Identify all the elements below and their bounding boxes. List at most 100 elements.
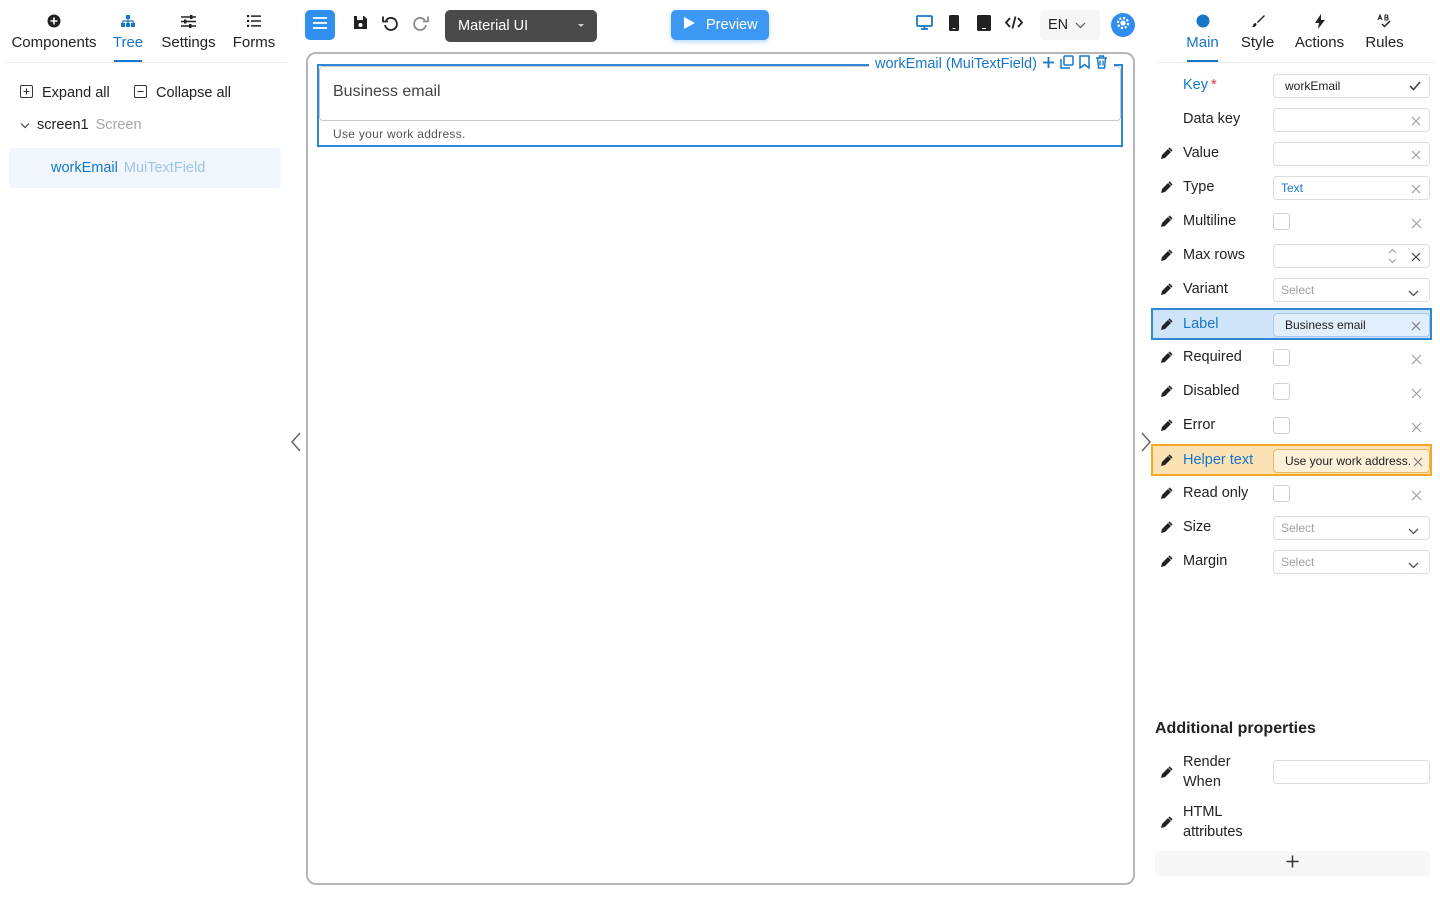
tree-item-screen1[interactable]: screen1 Screen [20,117,142,133]
copy-icon[interactable] [1060,55,1074,73]
tab-settings[interactable]: Settings [161,10,216,62]
prop-label: HTML attributes [1183,802,1243,842]
clear-icon[interactable] [1411,149,1421,163]
tab-label: Style [1240,34,1275,51]
form-canvas[interactable] [306,52,1135,885]
tab-rules[interactable]: Rules [1365,10,1404,62]
pencil-icon[interactable] [1160,215,1173,233]
pencil-icon[interactable] [1160,419,1173,437]
chevron-down-icon[interactable] [20,117,30,133]
add-icon[interactable] [1042,56,1055,73]
key-input[interactable]: workEmail [1273,74,1430,98]
pencil-icon[interactable] [1160,454,1173,472]
clear-icon[interactable] [1411,216,1422,234]
tab-forms[interactable]: Forms [233,10,275,62]
textfield-helper-text: Use your work address. [333,127,466,141]
redo-button[interactable] [405,10,435,40]
tab-tree[interactable]: Tree [113,10,143,62]
clear-icon[interactable] [1411,183,1421,197]
language-select[interactable]: EN [1040,10,1100,40]
pencil-icon[interactable] [1160,816,1173,834]
prop-label: Required [1183,349,1242,365]
clear-icon[interactable] [1413,456,1423,470]
trash-icon[interactable] [1095,55,1108,73]
undo-button[interactable] [375,10,405,40]
expand-all-button[interactable]: Expand all [20,83,110,103]
size-select[interactable]: Select [1273,516,1430,540]
tablet-view-button[interactable] [969,10,999,40]
prop-label: Variant [1183,281,1228,297]
type-input[interactable]: Text [1273,176,1430,200]
code-view-button[interactable] [999,10,1029,40]
prop-label: Key * [1183,77,1217,93]
bookmark-icon[interactable] [1079,55,1090,73]
max-rows-input[interactable] [1273,244,1430,268]
clear-icon[interactable] [1411,115,1421,129]
preview-button[interactable]: Preview [671,10,769,40]
additional-properties-title: Additional properties [1155,720,1316,737]
language-value: EN [1048,17,1069,33]
pencil-icon[interactable] [1160,351,1173,369]
prop-label-line: Render [1183,754,1231,770]
tablet-icon [977,14,991,36]
pencil-icon[interactable] [1160,147,1173,165]
desktop-view-button[interactable] [909,10,939,40]
prop-row-read-only: Read only [1155,477,1435,511]
collapse-left-panel-button[interactable] [289,431,303,453]
pencil-icon[interactable] [1160,318,1173,336]
render-when-input[interactable] [1273,760,1430,784]
select-placeholder: Select [1281,521,1315,535]
value-input[interactable] [1273,142,1430,166]
prop-label: Data key [1183,111,1241,127]
collapse-all-button[interactable]: Collapse all [134,83,231,103]
pencil-icon[interactable] [1160,249,1173,267]
select-placeholder: Select [1281,283,1315,297]
prop-label: Helper text [1183,452,1254,468]
tab-main[interactable]: Main [1186,10,1219,62]
theme-settings-button[interactable] [1111,13,1135,37]
clear-icon[interactable] [1411,320,1421,334]
pencil-icon[interactable] [1160,766,1173,784]
clear-icon[interactable] [1411,420,1422,438]
expand-all-label: Expand all [42,85,110,101]
clear-icon[interactable] [1411,352,1422,370]
prop-label: Max rows [1183,247,1246,263]
tab-style[interactable]: Style [1241,10,1274,62]
prop-row-disabled: Disabled [1155,375,1435,409]
required-checkbox[interactable] [1273,349,1290,366]
prop-label: Read only [1183,485,1249,501]
abc-check-icon [1377,10,1392,32]
label-input[interactable]: Business email [1273,313,1430,337]
pencil-icon[interactable] [1160,283,1173,301]
chevron-left-icon [289,432,303,457]
clear-icon[interactable] [1411,488,1422,506]
error-checkbox[interactable] [1273,417,1290,434]
data-key-input[interactable] [1273,108,1430,132]
tree-item-type: Screen [95,117,142,133]
undo-icon [381,14,399,36]
disabled-checkbox[interactable] [1273,383,1290,400]
add-attribute-button[interactable] [1155,851,1430,876]
pencil-icon[interactable] [1160,555,1173,573]
multiline-checkbox[interactable] [1273,213,1290,230]
clear-icon[interactable] [1411,386,1422,404]
variant-select[interactable]: Select [1273,278,1430,302]
pencil-icon[interactable] [1160,385,1173,403]
margin-select[interactable]: Select [1273,550,1430,574]
prop-row-required: Required [1155,341,1435,375]
stepper-icon[interactable] [1388,247,1397,268]
helper-text-input[interactable]: Use your work address. [1273,449,1430,473]
clear-icon[interactable] [1411,251,1421,265]
tab-actions[interactable]: Actions [1295,10,1344,62]
save-button[interactable] [345,10,375,40]
tree-item-workemail[interactable]: workEmail MuiTextField [9,148,281,188]
pencil-icon[interactable] [1160,181,1173,199]
theme-select[interactable]: Material UI [445,10,597,42]
tab-components[interactable]: Components [11,10,97,62]
pencil-icon[interactable] [1160,521,1173,539]
menu-button[interactable] [305,10,335,40]
mobile-view-button[interactable] [939,10,969,40]
prop-label: Type [1183,179,1215,195]
pencil-icon[interactable] [1160,487,1173,505]
read-only-checkbox[interactable] [1273,485,1290,502]
